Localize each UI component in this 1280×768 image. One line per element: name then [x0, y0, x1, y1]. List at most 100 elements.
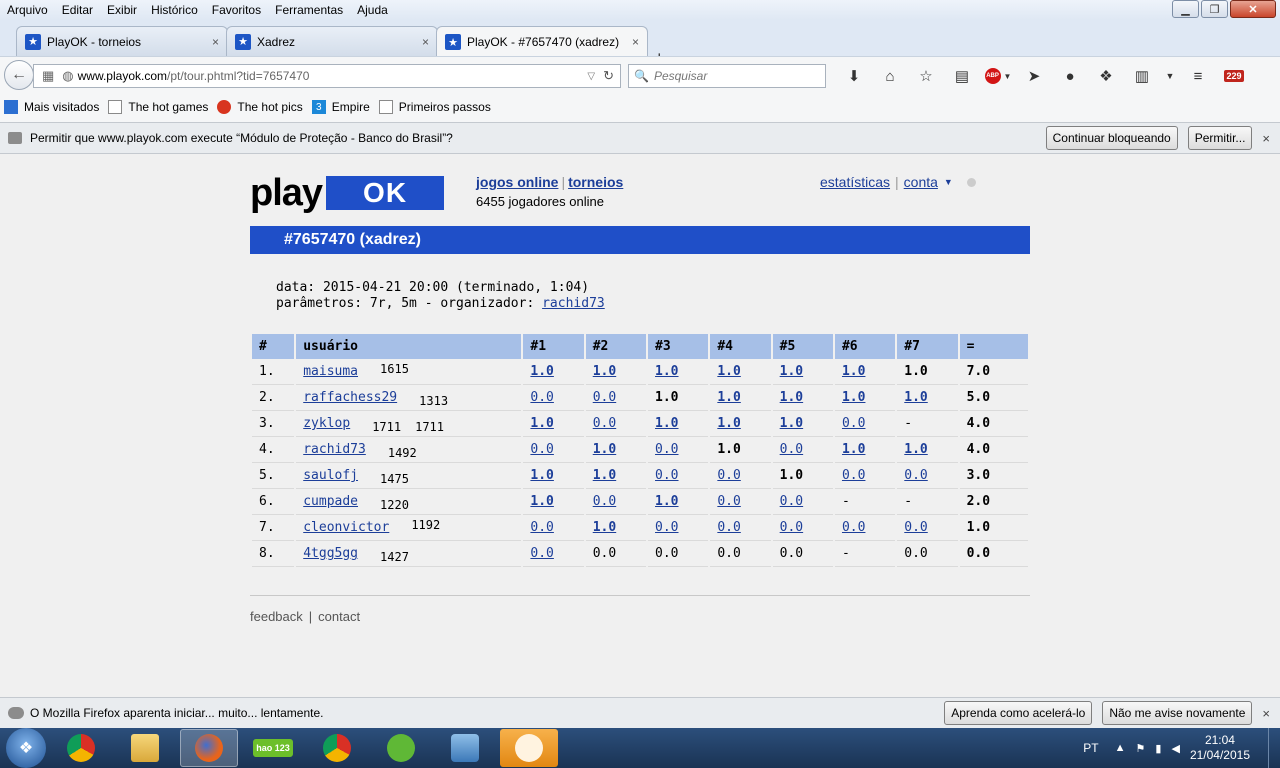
tab-playok-torneios[interactable]: ★ PlayOK - torneios ×	[16, 26, 228, 56]
taskbar-chrome-app[interactable]	[52, 729, 110, 767]
game-result-link[interactable]: 1.0	[780, 416, 803, 431]
clock[interactable]: 21:04 21/04/2015	[1190, 733, 1250, 763]
menu-ferramentas[interactable]: Ferramentas	[268, 3, 350, 17]
game-result-link[interactable]: 1.0	[780, 390, 803, 405]
torneios-link[interactable]: torneios	[568, 174, 623, 190]
jogos-online-link[interactable]: jogos online	[476, 174, 558, 190]
menu-exibir[interactable]: Exibir	[100, 3, 144, 17]
chat-icon[interactable]: ●	[1052, 65, 1088, 87]
game-result-link[interactable]: 1.0	[842, 442, 865, 457]
player-link[interactable]: maisuma	[303, 364, 358, 379]
game-result-link[interactable]: 0.0	[780, 520, 803, 535]
taskbar-hao123-app[interactable]: hao 123	[244, 729, 302, 767]
bookmark-mais-visitados[interactable]: Mais visitados	[4, 100, 99, 114]
clipboard-icon[interactable]: ▥	[1124, 65, 1160, 87]
game-result-link[interactable]: 1.0	[593, 468, 616, 483]
playok-logo[interactable]: play OK	[250, 174, 445, 212]
learn-speed-button[interactable]: Aprenda como acelerá-lo	[944, 701, 1093, 725]
game-result-link[interactable]: 1.0	[530, 416, 553, 431]
game-result-link[interactable]: 1.0	[655, 494, 678, 509]
game-result-link[interactable]: 0.0	[593, 494, 616, 509]
home-icon[interactable]: ⌂	[872, 65, 908, 87]
close-tab-icon[interactable]: ×	[632, 35, 639, 49]
identity-icon[interactable]: ▦	[42, 68, 54, 84]
player-link[interactable]: saulofj	[303, 468, 358, 483]
menu-dropdown-icon[interactable]: ▼	[1160, 65, 1180, 87]
game-result-link[interactable]: 0.0	[530, 390, 553, 405]
allow-plugin-button[interactable]: Permitir...	[1187, 126, 1253, 150]
calendar-badge-icon[interactable]: 229	[1216, 65, 1252, 87]
dont-warn-button[interactable]: Não me avise novamente	[1102, 701, 1253, 725]
player-link[interactable]: 4tgg5gg	[303, 546, 358, 561]
game-result-link[interactable]: 0.0	[904, 520, 927, 535]
show-desktop-button[interactable]	[1268, 728, 1280, 768]
game-result-link[interactable]: 1.0	[655, 416, 678, 431]
player-link[interactable]: cumpade	[303, 494, 358, 509]
game-result-link[interactable]: 1.0	[717, 390, 740, 405]
tray-expand-icon[interactable]: ▲	[1115, 742, 1126, 754]
game-result-link[interactable]: 1.0	[842, 364, 865, 379]
bookmark-primeiros-passos[interactable]: Primeiros passos	[378, 100, 491, 114]
game-result-link[interactable]: 0.0	[842, 468, 865, 483]
player-link[interactable]: rachid73	[303, 442, 366, 457]
url-dropdown-icon[interactable]: ▽	[587, 71, 595, 82]
contact-link[interactable]: contact	[318, 609, 360, 624]
back-button[interactable]: ←	[4, 60, 34, 90]
close-notification-icon[interactable]: ×	[1262, 131, 1270, 146]
game-result-link[interactable]: 0.0	[842, 520, 865, 535]
network-signal-icon[interactable]: ▮	[1155, 742, 1161, 755]
game-result-link[interactable]: 1.0	[904, 442, 927, 457]
game-result-link[interactable]: 0.0	[530, 442, 553, 457]
game-result-link[interactable]: 1.0	[655, 364, 678, 379]
menu-historico[interactable]: Histórico	[144, 3, 205, 17]
volume-icon[interactable]: ◀	[1171, 742, 1179, 755]
close-tab-icon[interactable]: ×	[212, 35, 219, 49]
game-result-link[interactable]: 1.0	[717, 364, 740, 379]
player-link[interactable]: raffachess29	[303, 390, 397, 405]
player-link[interactable]: zyklop	[303, 416, 350, 431]
game-result-link[interactable]: 0.0	[593, 390, 616, 405]
continue-blocking-button[interactable]: Continuar bloqueando	[1045, 126, 1178, 150]
taskbar-utorrent-app[interactable]	[372, 729, 430, 767]
adblock-icon[interactable]: ABP ▼	[980, 65, 1016, 87]
game-result-link[interactable]: 0.0	[655, 520, 678, 535]
close-window-button[interactable]: ✕	[1230, 0, 1276, 18]
game-result-link[interactable]: 1.0	[842, 390, 865, 405]
bookmark-empire[interactable]: 3 Empire	[311, 100, 370, 114]
taskbar-avast-app[interactable]	[500, 729, 558, 767]
menu-favoritos[interactable]: Favoritos	[205, 3, 268, 17]
flag-icon[interactable]: ⚑	[1136, 742, 1146, 755]
game-result-link[interactable]: 1.0	[530, 364, 553, 379]
send-icon[interactable]: ➤	[1016, 65, 1052, 87]
game-result-link[interactable]: 1.0	[593, 364, 616, 379]
close-notification-icon[interactable]: ×	[1262, 706, 1270, 721]
game-result-link[interactable]: 1.0	[904, 390, 927, 405]
game-result-link[interactable]: 1.0	[530, 494, 553, 509]
game-result-link[interactable]: 1.0	[593, 442, 616, 457]
tab-xadrez[interactable]: ★ Xadrez ×	[226, 26, 438, 56]
conta-link[interactable]: conta	[904, 174, 938, 190]
game-result-link[interactable]: 0.0	[780, 442, 803, 457]
search-bar[interactable]: 🔍 Pesquisar	[628, 64, 826, 88]
tab-playok-tournament[interactable]: ★ PlayOK - #7657470 (xadrez) ×	[436, 26, 648, 57]
game-result-link[interactable]: 1.0	[530, 468, 553, 483]
player-link[interactable]: cleonvictor	[303, 520, 389, 535]
game-result-link[interactable]: 0.0	[530, 546, 553, 561]
extension-icon[interactable]: ❖	[1088, 65, 1124, 87]
menu-arquivo[interactable]: Arquivo	[0, 3, 55, 17]
feedback-link[interactable]: feedback	[250, 609, 303, 624]
taskbar-network-app[interactable]	[436, 729, 494, 767]
download-icon[interactable]: ⬇	[836, 65, 872, 87]
game-result-link[interactable]: 0.0	[655, 442, 678, 457]
game-result-link[interactable]: 0.0	[904, 468, 927, 483]
game-result-link[interactable]: 0.0	[655, 468, 678, 483]
game-result-link[interactable]: 1.0	[593, 520, 616, 535]
game-result-link[interactable]: 0.0	[717, 520, 740, 535]
estatisticas-link[interactable]: estatísticas	[820, 174, 890, 190]
game-result-link[interactable]: 1.0	[780, 364, 803, 379]
taskbar-chrome-app-2[interactable]	[308, 729, 366, 767]
game-result-link[interactable]: 0.0	[717, 468, 740, 483]
bookmarks-list-icon[interactable]: ▤	[944, 65, 980, 87]
game-result-link[interactable]: 0.0	[530, 520, 553, 535]
bookmark-star-icon[interactable]: ☆	[908, 65, 944, 87]
